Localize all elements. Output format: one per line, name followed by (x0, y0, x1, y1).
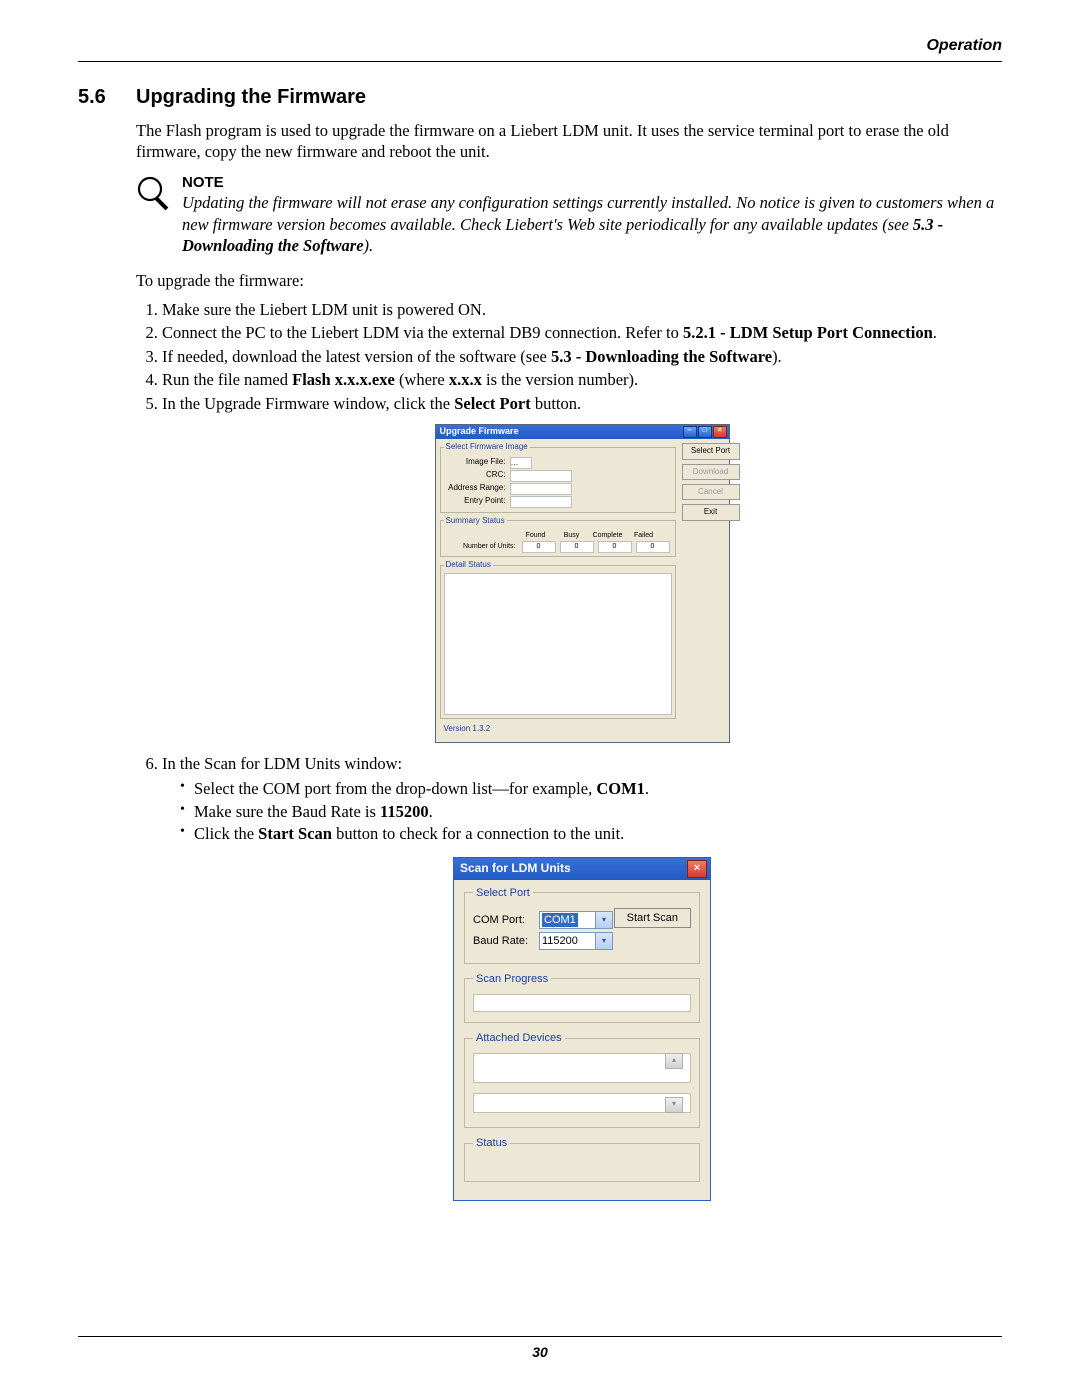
cancel-button[interactable]: Cancel (682, 484, 740, 500)
upgrade-firmware-dialog: Upgrade Firmware – □ × Select Firmware I… (435, 424, 730, 743)
crc-label: CRC: (444, 470, 510, 480)
address-range-field (510, 483, 572, 495)
baud-rate-select[interactable]: 115200 ▾ (539, 932, 613, 950)
header-section-label: Operation (926, 37, 1002, 54)
step-5: In the Upgrade Firmware window, click th… (162, 392, 1002, 752)
detail-status-legend: Detail Status (444, 560, 493, 570)
step-6-bullet-3: • Click the Start Scan button to check f… (180, 823, 1002, 844)
col-found: Found (518, 531, 554, 540)
col-failed: Failed (626, 531, 662, 540)
dialog1-version: Version 1.3.2 (440, 722, 676, 737)
address-range-label: Address Range: (444, 483, 510, 493)
running-header: Operation (0, 0, 1080, 61)
col-busy: Busy (554, 531, 590, 540)
lead-in: To upgrade the firmware: (136, 270, 1002, 291)
entry-point-field (510, 496, 572, 508)
detail-status-group: Detail Status (440, 560, 676, 719)
step-6-bullet-1: • Select the COM port from the drop-down… (180, 778, 1002, 799)
header-rule (78, 61, 1002, 62)
scan-for-ldm-units-dialog: Scan for LDM Units × Select Port Start S… (453, 857, 711, 1202)
com-port-select[interactable]: COM1 ▾ (539, 911, 613, 929)
summary-status-group: Summary Status Found Busy Complete Faile… (440, 516, 676, 557)
scan-progress-bar (473, 994, 691, 1012)
section-number: 5.6 (78, 84, 136, 110)
step-4: Run the file named Flash x.x.x.exe (wher… (162, 368, 1002, 391)
step-6-bullet-2: • Make sure the Baud Rate is 115200. (180, 801, 1002, 822)
step-3: If needed, download the latest version o… (162, 345, 1002, 368)
page-number: 30 (0, 1343, 1080, 1361)
image-file-label: Image File: (444, 457, 510, 467)
com-port-label: COM Port: (473, 913, 539, 927)
com-port-value: COM1 (542, 913, 578, 927)
select-port-group: Select Port Start Scan COM Port: COM1 ▾ (464, 886, 700, 964)
summary-status-legend: Summary Status (444, 516, 507, 526)
start-scan-button[interactable]: Start Scan (614, 908, 691, 928)
magnifier-icon (136, 173, 182, 215)
note-text: Updating the firmware will not erase any… (182, 192, 1002, 256)
close-icon[interactable]: × (713, 426, 727, 438)
attached-devices-legend: Attached Devices (473, 1031, 565, 1045)
step-2: Connect the PC to the Liebert LDM via th… (162, 321, 1002, 344)
chevron-down-icon[interactable]: ▾ (595, 912, 612, 928)
download-button[interactable]: Download (682, 464, 740, 480)
note-heading: NOTE (182, 173, 1002, 193)
baud-rate-value: 115200 (542, 934, 578, 948)
close-icon[interactable]: × (687, 860, 707, 878)
minimize-icon[interactable]: – (683, 426, 697, 438)
exit-button[interactable]: Exit (682, 504, 740, 520)
status-legend: Status (473, 1136, 510, 1150)
footer-rule (78, 1336, 1002, 1337)
crc-field (510, 470, 572, 482)
steps-list: Make sure the Liebert LDM unit is powere… (136, 298, 1002, 1202)
attached-devices-list-2 (473, 1093, 691, 1113)
attached-devices-group: Attached Devices ▴ ▾ (464, 1031, 700, 1128)
status-group: Status (464, 1136, 700, 1182)
val-complete: 0 (598, 541, 632, 553)
num-units-label: Number of Units: (444, 542, 520, 551)
maximize-icon[interactable]: □ (698, 426, 712, 438)
dialog1-title: Upgrade Firmware (440, 426, 519, 438)
entry-point-label: Entry Point: (444, 496, 510, 506)
select-firmware-image-legend: Select Firmware Image (444, 442, 530, 452)
col-complete: Complete (590, 531, 626, 540)
select-firmware-image-group: Select Firmware Image Image File: … CRC: (440, 442, 676, 512)
image-file-browse[interactable]: … (510, 457, 532, 469)
scroll-down-icon[interactable]: ▾ (665, 1097, 683, 1113)
scan-progress-group: Scan Progress (464, 972, 700, 1023)
note-block: NOTE Updating the firmware will not eras… (136, 173, 1002, 257)
step-6: In the Scan for LDM Units window: • Sele… (162, 752, 1002, 1203)
select-port-button[interactable]: Select Port (682, 443, 740, 459)
intro-paragraph: The Flash program is used to upgrade the… (136, 120, 1002, 163)
dialog1-titlebar: Upgrade Firmware – □ × (436, 425, 729, 439)
step-1: Make sure the Liebert LDM unit is powere… (162, 298, 1002, 321)
baud-rate-label: Baud Rate: (473, 934, 539, 948)
dialog2-title: Scan for LDM Units (460, 861, 571, 877)
val-found: 0 (522, 541, 556, 553)
detail-status-area (444, 573, 672, 715)
val-busy: 0 (560, 541, 594, 553)
section-heading: 5.6 Upgrading the Firmware (0, 70, 1080, 110)
val-failed: 0 (636, 541, 670, 553)
dialog2-titlebar: Scan for LDM Units × (454, 858, 710, 880)
chevron-down-icon[interactable]: ▾ (595, 933, 612, 949)
section-title: Upgrading the Firmware (136, 84, 366, 110)
scroll-up-icon[interactable]: ▴ (665, 1053, 683, 1069)
select-port-legend: Select Port (473, 886, 533, 900)
attached-devices-list (473, 1053, 691, 1083)
scan-progress-legend: Scan Progress (473, 972, 551, 986)
